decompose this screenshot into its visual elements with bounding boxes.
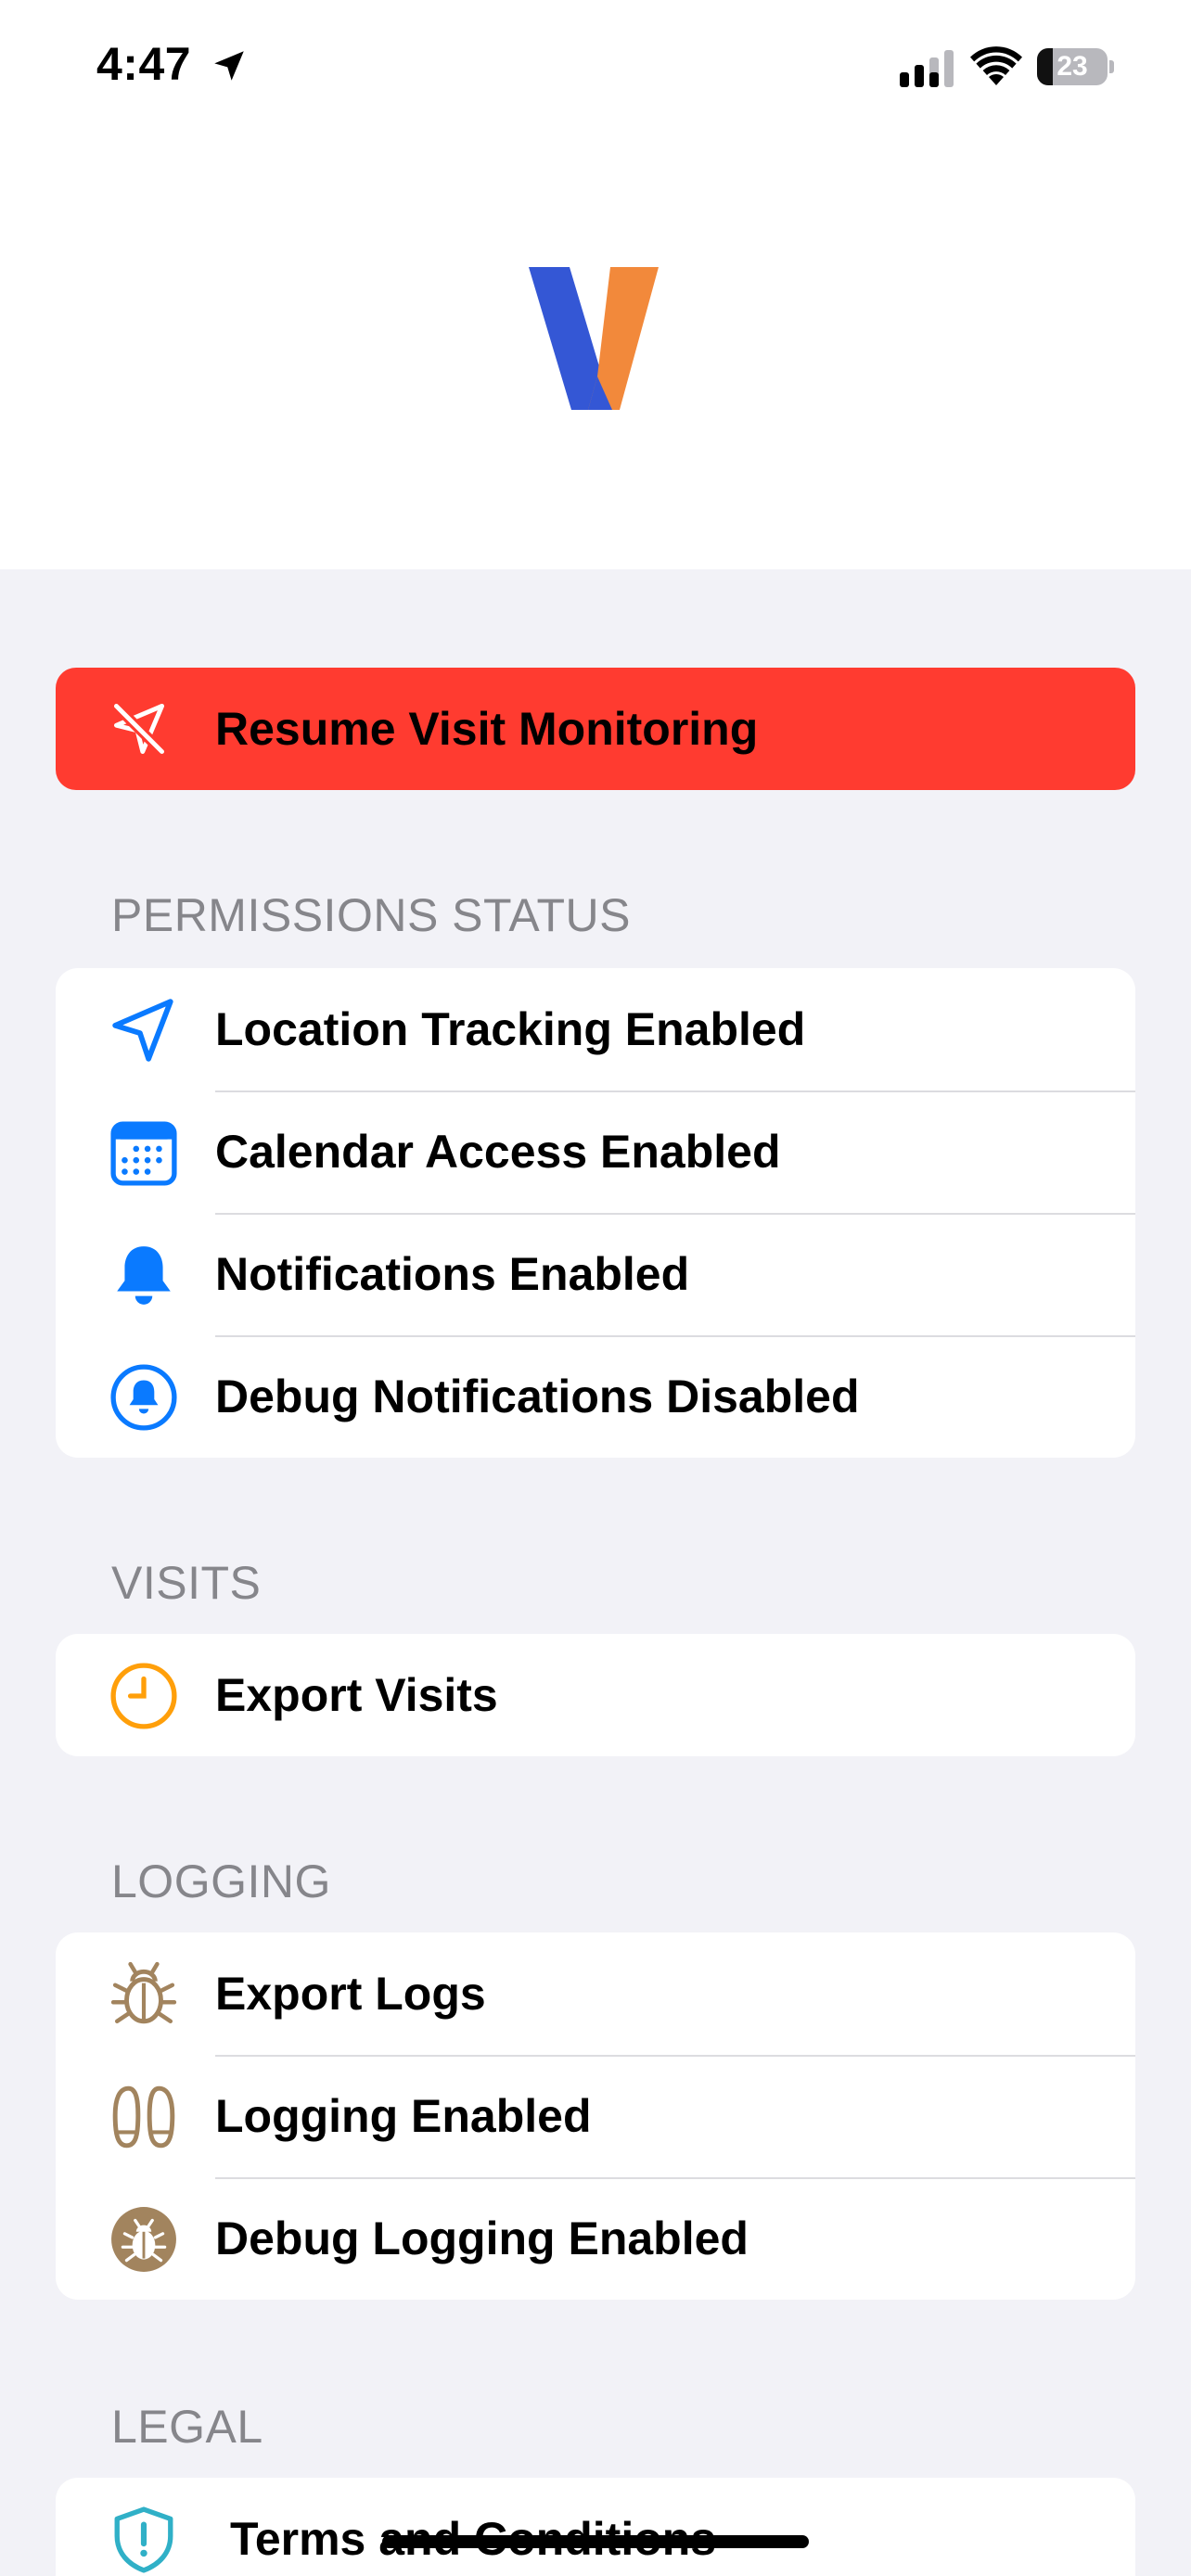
row-logging-enabled[interactable]: Logging Enabled bbox=[56, 2055, 1135, 2177]
clock-icon bbox=[110, 1663, 177, 1729]
calendar-icon bbox=[110, 1121, 177, 1186]
permissions-card: Location Tracking Enabled Calendar Acces… bbox=[56, 968, 1135, 1458]
row-label: Terms and Conditions bbox=[230, 2513, 716, 2565]
wifi-icon bbox=[970, 46, 1022, 85]
row-notifications[interactable]: Notifications Enabled bbox=[56, 1213, 1135, 1335]
visits-card: Export Visits bbox=[56, 1634, 1135, 1756]
resume-visit-monitoring-button[interactable]: Resume Visit Monitoring bbox=[56, 668, 1135, 790]
battery-level-text: 23 bbox=[1057, 51, 1088, 82]
battery-cap bbox=[1109, 60, 1114, 73]
ladybug-circle-icon bbox=[111, 2207, 176, 2272]
location-arrow-icon bbox=[112, 999, 173, 1062]
header-area: 4:47 23 bbox=[0, 0, 1191, 569]
footprints-icon bbox=[112, 2085, 175, 2149]
logging-card: Export Logs Logging Enabled Debug Loggin… bbox=[56, 1932, 1135, 2300]
legal-card: Terms and Conditions bbox=[56, 2478, 1135, 2576]
section-header-permissions: PERMISSIONS STATUS bbox=[111, 889, 632, 941]
battery-indicator: 23 bbox=[1037, 48, 1114, 85]
app-logo-icon bbox=[529, 267, 659, 410]
section-header-logging: LOGGING bbox=[111, 1855, 331, 1907]
row-label: Notifications Enabled bbox=[215, 1248, 690, 1300]
location-slash-icon bbox=[112, 702, 166, 756]
ladybug-icon bbox=[110, 1961, 177, 2024]
home-indicator[interactable] bbox=[382, 2535, 809, 2548]
row-label: Export Visits bbox=[215, 1669, 498, 1721]
row-label: Calendar Access Enabled bbox=[215, 1126, 781, 1178]
section-header-visits: VISITS bbox=[111, 1557, 262, 1609]
row-label: Location Tracking Enabled bbox=[215, 1003, 806, 1055]
section-header-legal: LEGAL bbox=[111, 2401, 263, 2453]
row-export-visits[interactable]: Export Visits bbox=[56, 1634, 1135, 1756]
bell-circle-icon bbox=[110, 1364, 177, 1431]
status-bar: 4:47 23 bbox=[0, 0, 1191, 130]
row-debug-logging[interactable]: Debug Logging Enabled bbox=[56, 2177, 1135, 2300]
cellular-signal-icon bbox=[900, 50, 954, 87]
shield-exclamation-icon bbox=[114, 2506, 173, 2573]
battery-body: 23 bbox=[1037, 48, 1108, 85]
row-label: Export Logs bbox=[215, 1968, 486, 2020]
row-terms-and-conditions[interactable]: Terms and Conditions bbox=[56, 2478, 1135, 2576]
row-label: Debug Notifications Disabled bbox=[215, 1371, 860, 1422]
resume-button-label: Resume Visit Monitoring bbox=[215, 703, 759, 755]
bell-icon bbox=[117, 1246, 171, 1305]
row-label: Logging Enabled bbox=[215, 2090, 592, 2142]
row-debug-notifications[interactable]: Debug Notifications Disabled bbox=[56, 1335, 1135, 1458]
status-time: 4:47 bbox=[96, 38, 192, 90]
row-label: Debug Logging Enabled bbox=[215, 2213, 749, 2264]
row-export-logs[interactable]: Export Logs bbox=[56, 1932, 1135, 2055]
row-location-tracking[interactable]: Location Tracking Enabled bbox=[56, 968, 1135, 1090]
row-calendar-access[interactable]: Calendar Access Enabled bbox=[56, 1090, 1135, 1213]
location-services-icon bbox=[214, 51, 244, 81]
